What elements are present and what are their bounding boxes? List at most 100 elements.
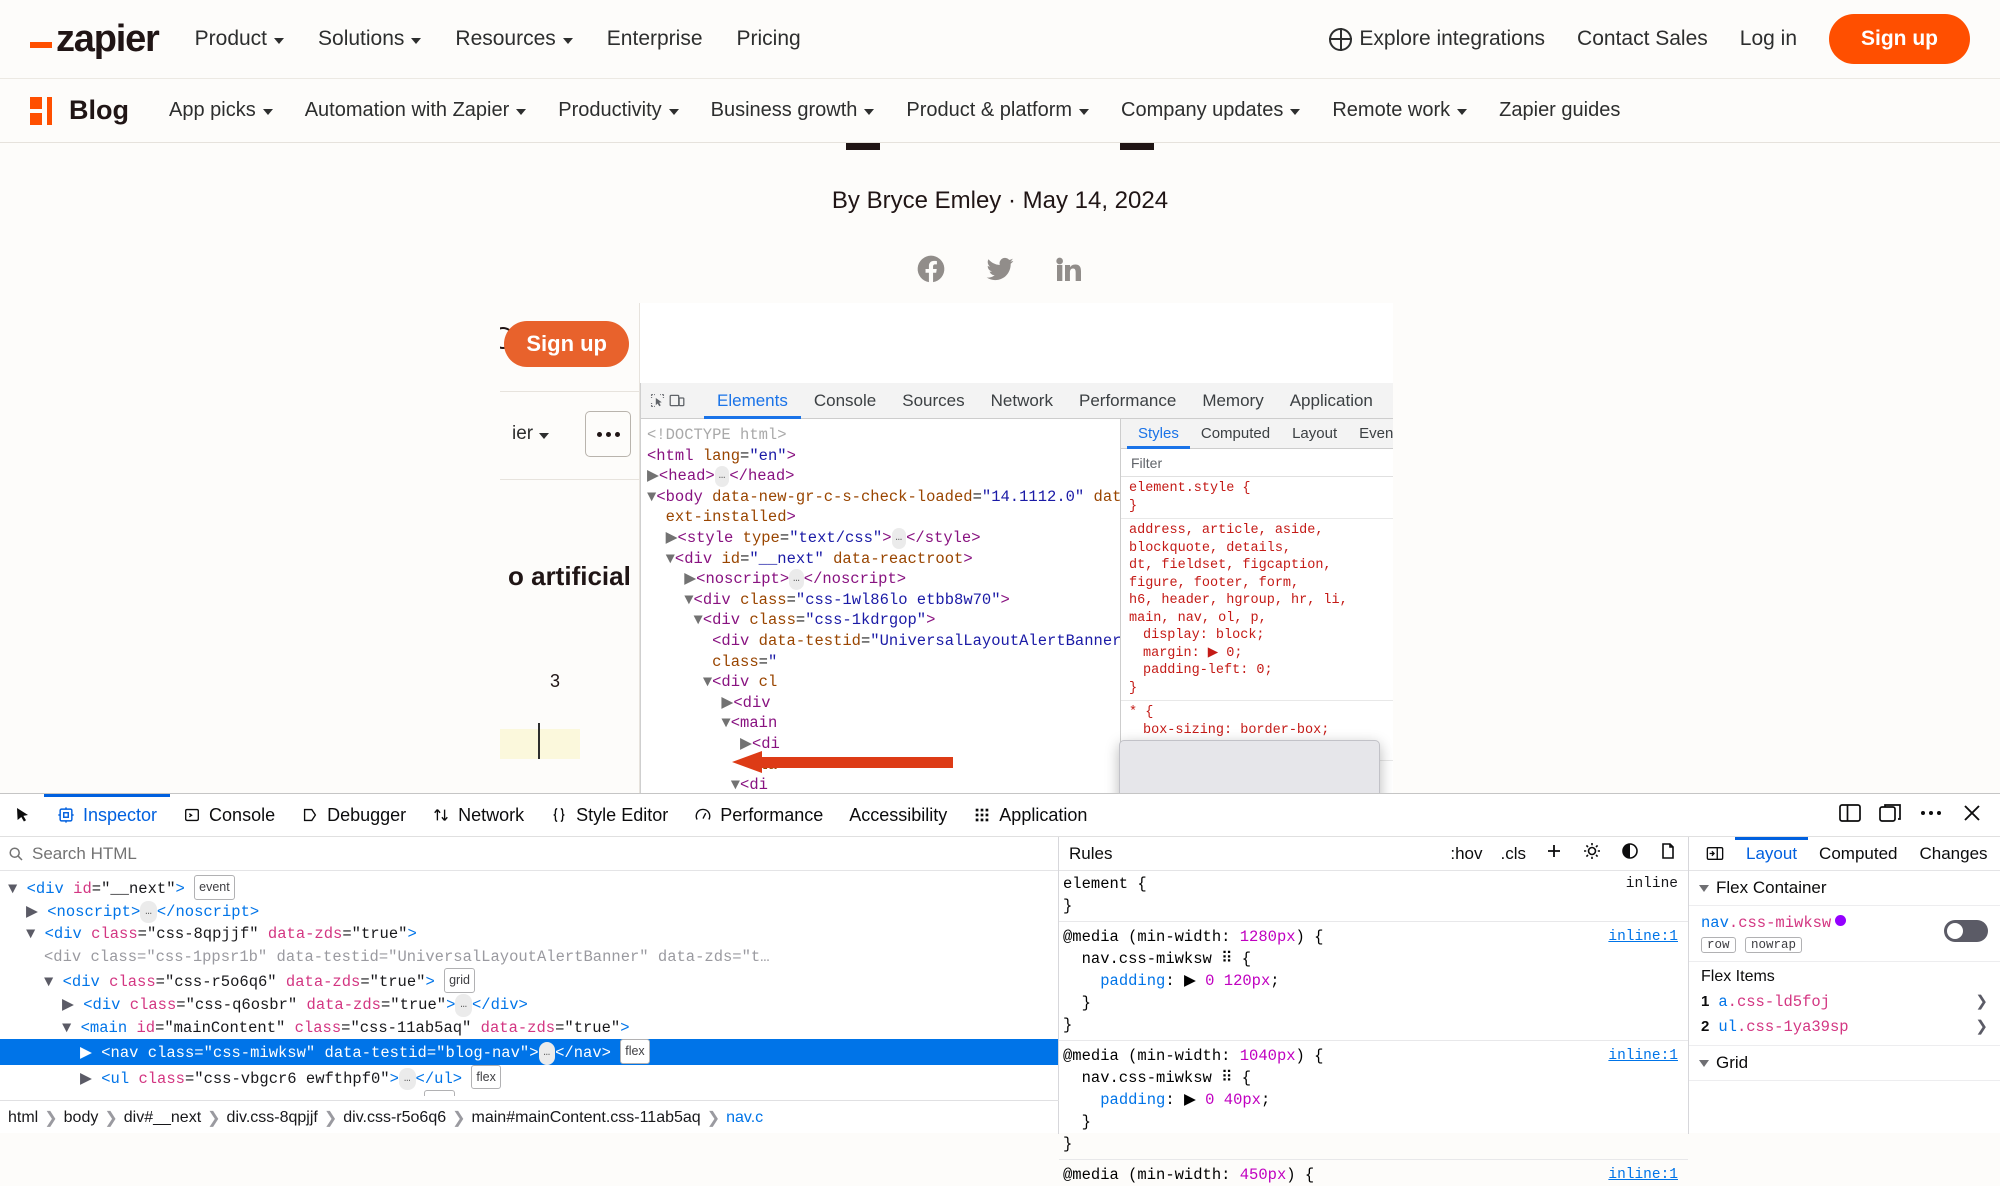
markup-tree-row[interactable]: ▼ <div class="css-r5o6q6" data-zds="true… — [0, 968, 1058, 994]
firefox-tab-console[interactable]: Console — [170, 794, 288, 837]
chevron-down-icon — [262, 109, 273, 115]
chevron-down-icon — [562, 37, 573, 44]
layout-pane-tabbar: Layout Computed Changes — [1689, 837, 2000, 871]
blog-nav-app-picks[interactable]: App picks — [169, 99, 273, 122]
breadcrumb-item[interactable]: html — [8, 1109, 38, 1127]
blog-nav-label: Product & platform — [906, 99, 1073, 121]
markup-tree-row[interactable]: ▼ <main id="mainContent" class="css-11ab… — [0, 1017, 1058, 1040]
firefox-tab-label: Style Editor — [576, 804, 669, 825]
firefox-tab-style-editor[interactable]: Style Editor — [537, 794, 681, 837]
breadcrumb-item[interactable]: div#__next — [124, 1109, 201, 1127]
firefox-tab-inspector[interactable]: Inspector — [44, 794, 170, 837]
expand-pane-icon[interactable] — [1695, 837, 1735, 871]
blog-nav-productivity[interactable]: Productivity — [558, 99, 679, 122]
twitter-icon[interactable] — [984, 253, 1016, 285]
flex-wrap-pill: nowrap — [1744, 937, 1802, 953]
dom-line: ▶<div — [721, 693, 771, 712]
facebook-icon[interactable] — [915, 253, 947, 285]
flex-container-label: Flex Container — [1716, 878, 1827, 897]
markup-tree-row[interactable]: ▶ <nav class="css-miwksw" data-testid="b… — [0, 1039, 1058, 1065]
contact-sales-link[interactable]: Contact Sales — [1577, 27, 1708, 51]
layout-tab-computed[interactable]: Computed — [1808, 837, 1908, 871]
markup-tree-row[interactable]: ▼ <div id="__next"> event — [0, 875, 1058, 901]
zapier-logo[interactable]: zapier — [30, 20, 160, 58]
breadcrumb-item-current[interactable]: nav.c — [726, 1109, 763, 1127]
grid-section-header[interactable]: Grid — [1689, 1046, 2000, 1081]
markup-tree-row[interactable]: ▼ <div class="css-8qpjjf" data-zds="true… — [0, 923, 1058, 946]
css-rule-header: element {inline — [1063, 875, 1678, 893]
nav-item-product[interactable]: Product — [195, 27, 285, 51]
dom-line: ▼<div cl — [702, 673, 778, 692]
blog-nav-company-updates[interactable]: Company updates — [1121, 99, 1301, 122]
nav-item-solutions[interactable]: Solutions — [318, 27, 422, 51]
nav-item-enterprise[interactable]: Enterprise — [607, 27, 703, 51]
markup-tree-row[interactable]: ▶ <div class="css-q6osbr" data-zds="true… — [0, 993, 1058, 1017]
embedded-dropdown-label: ier — [512, 423, 534, 444]
embedded-chrome-devtools-screenshot: Sign up ier o artificial 3 Elements Cons… — [500, 303, 1393, 793]
nav-item-pricing[interactable]: Pricing — [737, 27, 801, 51]
blog-nav-automation-with-zapier[interactable]: Automation with Zapier — [305, 99, 527, 122]
classes-button[interactable]: .cls — [1501, 844, 1527, 864]
layout-tab-changes[interactable]: Changes — [1908, 837, 1998, 871]
blog-nav-business-growth[interactable]: Business growth — [711, 99, 875, 122]
flex-item-row[interactable]: 1 a.css-ld5foj ❯ — [1701, 989, 1988, 1014]
css-source[interactable]: inline:1 — [1608, 1164, 1678, 1186]
element-picker-icon[interactable] — [6, 800, 40, 830]
firefox-tab-network[interactable]: Network — [419, 794, 537, 837]
flex-container-section-header[interactable]: Flex Container — [1689, 871, 2000, 906]
explore-integrations-link[interactable]: Explore integrations — [1329, 27, 1545, 51]
nav-item-label: Pricing — [736, 27, 801, 50]
breadcrumb-item[interactable]: body — [64, 1109, 99, 1127]
add-rule-icon[interactable] — [1544, 841, 1564, 866]
markup-tree-row[interactable]: ▼ <div class="css-c5ujn0 e1c80y8i0"> gri… — [0, 1090, 1058, 1096]
css-source[interactable]: inline:1 — [1608, 926, 1678, 948]
dark-scheme-icon[interactable] — [1620, 841, 1640, 866]
firefox-tab-debugger[interactable]: Debugger — [288, 794, 419, 837]
firefox-tab-application[interactable]: Application — [960, 794, 1100, 837]
sign-up-button[interactable]: Sign up — [1829, 14, 1970, 64]
article-content-area: By Bryce Emley · May 14, 2024 Sign up ie… — [0, 143, 2000, 793]
style-rule: address, article, aside, blockquote, det… — [1121, 519, 1393, 701]
search-html-bar[interactable]: Search HTML — [0, 837, 1058, 871]
firefox-tab-performance[interactable]: Performance — [681, 794, 836, 837]
linkedin-icon[interactable] — [1053, 253, 1085, 285]
dock-position-icon[interactable] — [1878, 802, 1902, 829]
firefox-rules-pane: Rules :hov .cls element {inline } @media… — [1059, 837, 1689, 1184]
divider — [500, 479, 640, 480]
flex-overlay-toggle[interactable] — [1944, 920, 1988, 942]
css-rule-line: padding: ▶ 0 40px; — [1100, 1091, 1271, 1109]
device-toolbar-icon — [668, 388, 686, 414]
dom-line: ▶<style type="text/css">… </style> — [665, 527, 981, 549]
blog-nav-product-and-platform[interactable]: Product & platform — [906, 99, 1090, 122]
nav-item-resources[interactable]: Resources — [455, 27, 573, 51]
chrome-dom-tree: <!DOCTYPE html> <html lang="en"> ▶<head>… — [641, 419, 1121, 793]
markup-tree-row[interactable]: ▶ <ul class="css-vbgcr6 ewfthpf0">… </ul>… — [0, 1064, 1058, 1091]
flex-item-row[interactable]: 2 ul.css-1ya39sp ❯ — [1701, 1014, 1988, 1039]
close-icon[interactable] — [1960, 802, 1984, 829]
markup-tree-row[interactable]: ▶ <noscript>… </noscript> — [0, 900, 1058, 924]
light-scheme-icon[interactable] — [1582, 841, 1602, 866]
rules-pane-title: Rules — [1069, 843, 1113, 863]
css-source[interactable]: inline:1 — [1608, 1045, 1678, 1067]
dom-line: ▶<noscript>… </noscript> — [684, 569, 907, 590]
blog-brand[interactable]: Blog — [30, 95, 129, 126]
firefox-tab-accessibility[interactable]: Accessibility — [836, 794, 960, 837]
markup-tree-row[interactable]: <div class="css-1ppsr1b" data-testid="Un… — [0, 946, 1058, 969]
split-console-icon[interactable] — [1838, 802, 1862, 829]
log-in-link[interactable]: Log in — [1740, 27, 1797, 51]
hover-states-button[interactable]: :hov — [1450, 844, 1482, 864]
devtools-tab-console: Console — [813, 390, 877, 410]
print-media-icon[interactable] — [1658, 841, 1678, 866]
chevron-down-icon — [516, 109, 527, 115]
devtools-settings-icon[interactable] — [1918, 802, 1944, 829]
breadcrumb-item[interactable]: div.css-8qpjjf — [227, 1109, 318, 1127]
blog-logo-icon — [30, 96, 58, 125]
blog-nav-zapier-guides[interactable]: Zapier guides — [1499, 99, 1620, 122]
firefox-tab-label: Accessibility — [849, 804, 948, 825]
layout-tab-layout[interactable]: Layout — [1735, 837, 1808, 871]
breadcrumb-item[interactable]: div.css-r5o6q6 — [343, 1109, 446, 1127]
css-rule-line: } — [1063, 1135, 1073, 1153]
devtools-tab-security: Security — [1386, 383, 1393, 419]
blog-nav-remote-work[interactable]: Remote work — [1332, 99, 1468, 122]
breadcrumb-item[interactable]: main#mainContent.css-11ab5aq — [472, 1109, 701, 1127]
